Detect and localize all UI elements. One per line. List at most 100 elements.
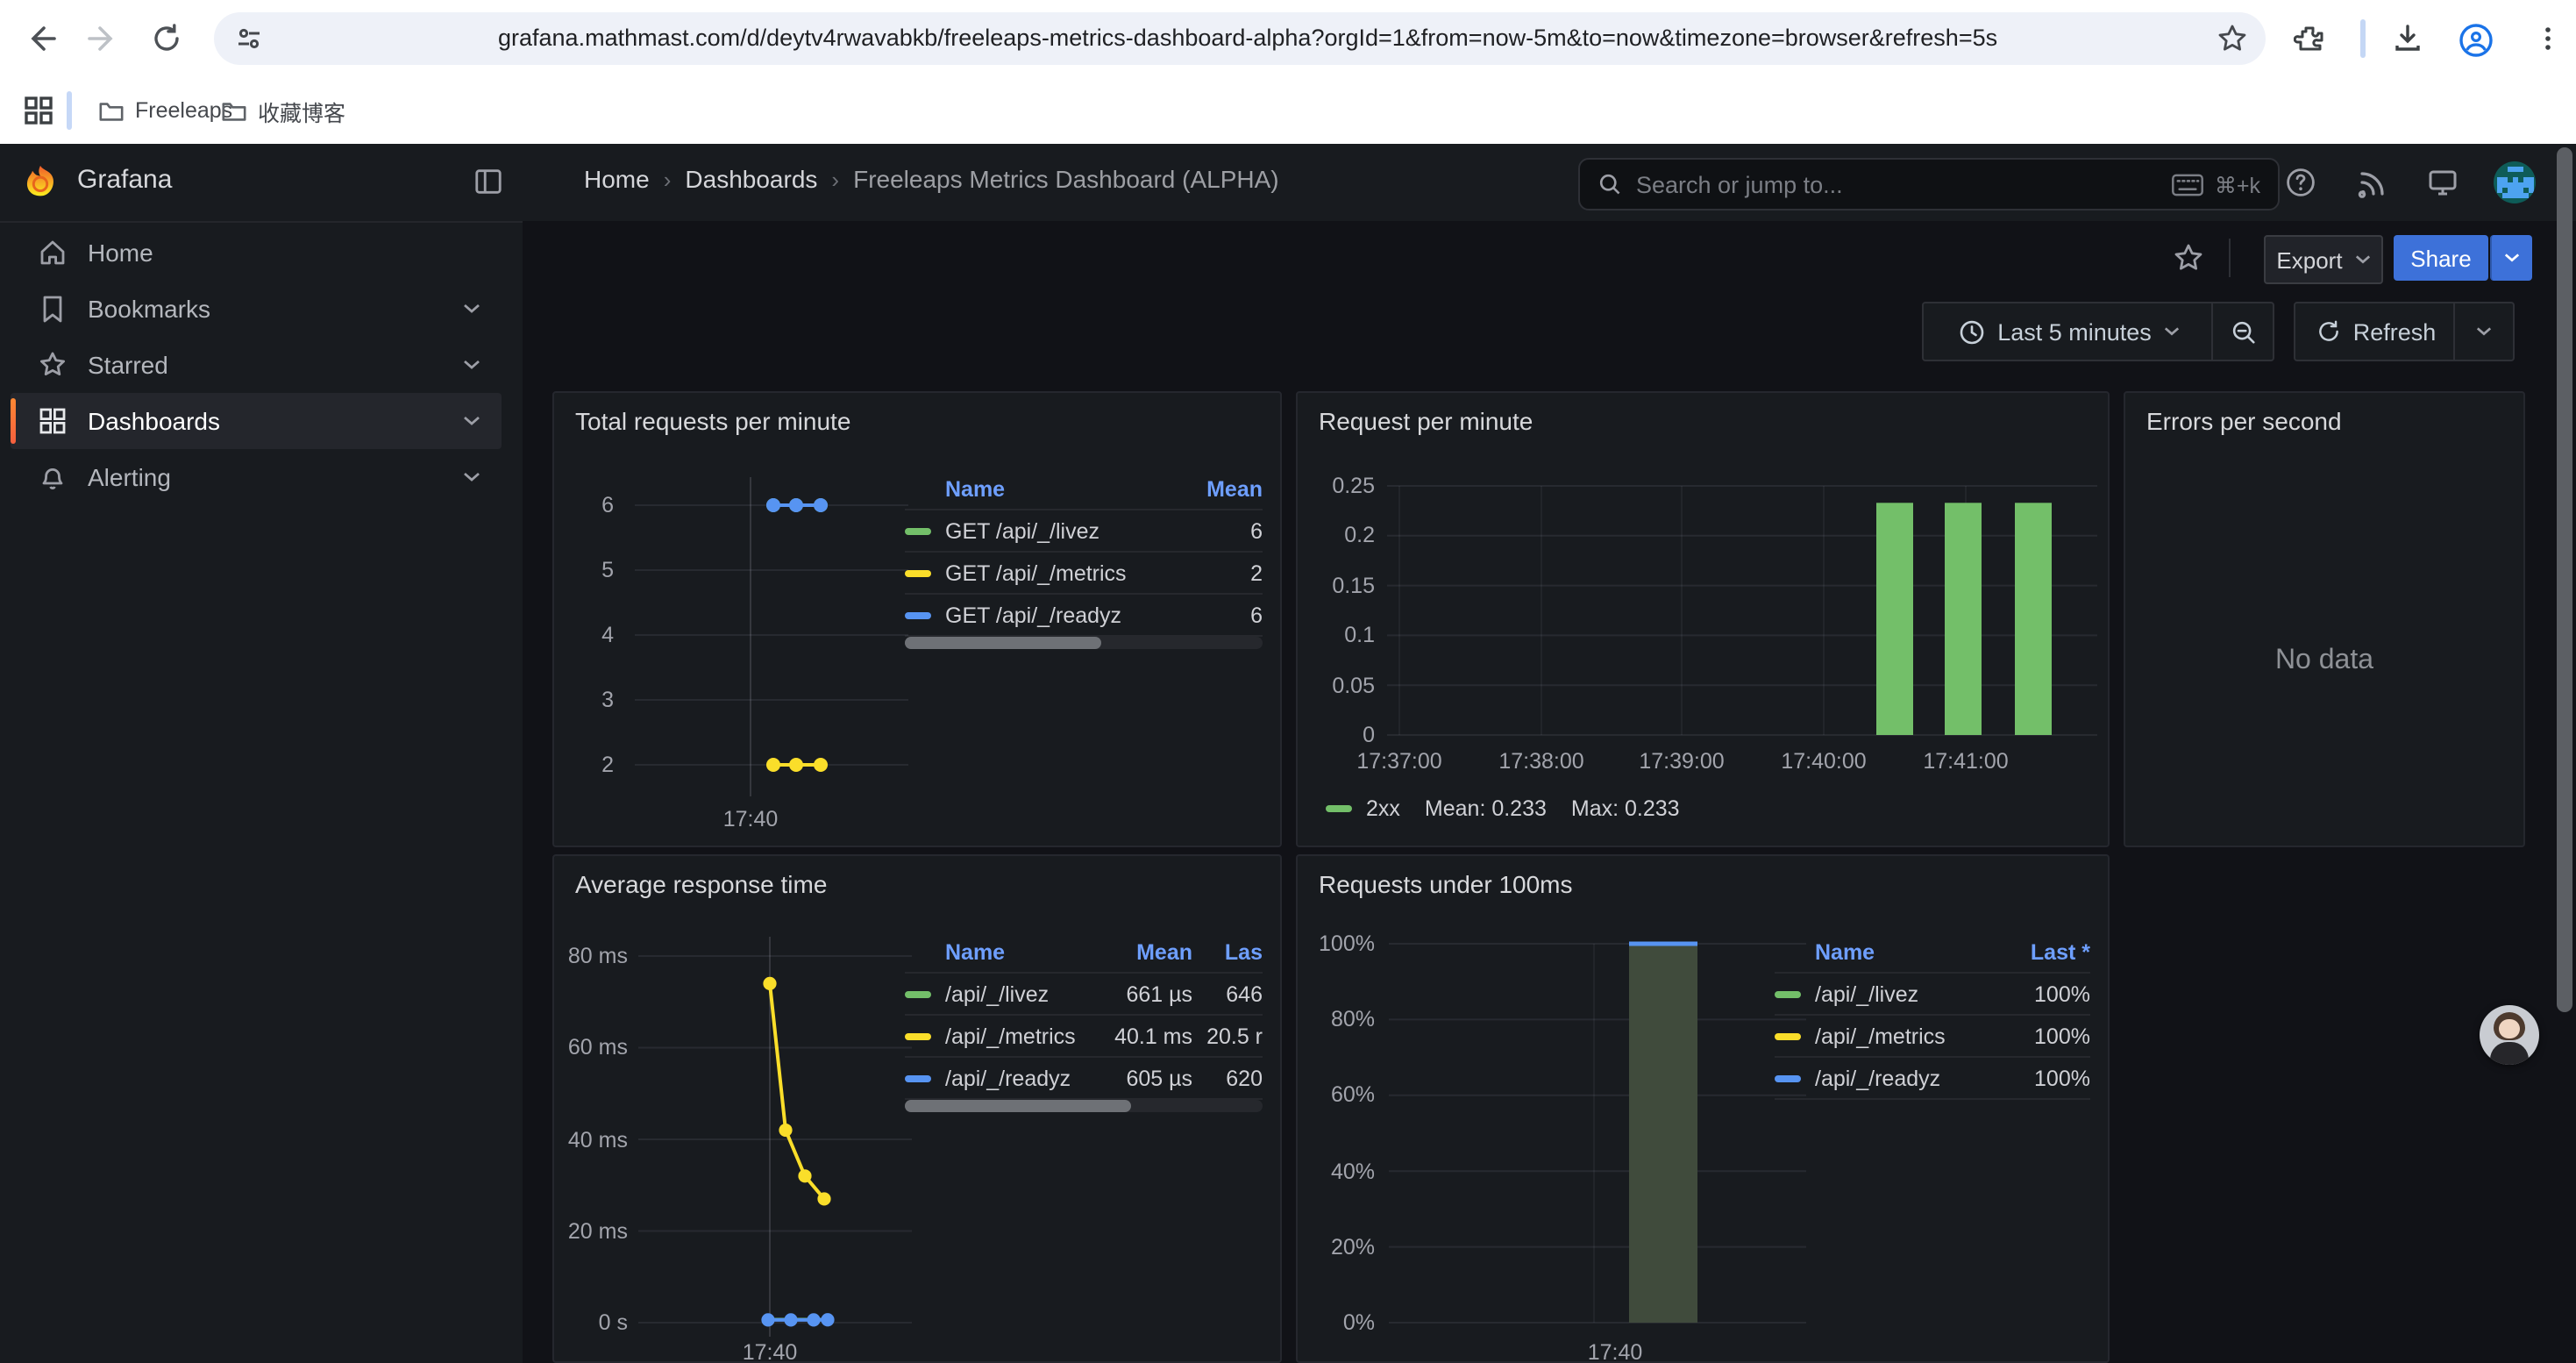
export-button[interactable]: Export (2264, 235, 2383, 284)
folder-icon (221, 97, 247, 124)
series-value: 100% (2010, 1024, 2090, 1048)
bar[interactable] (1945, 503, 1982, 735)
legend-row[interactable]: GET /api/_/metrics2 (905, 553, 1263, 595)
legend-header-value[interactable]: Last * (2010, 940, 2090, 965)
legend-row[interactable]: /api/_/readyz605 µs620 (905, 1058, 1263, 1100)
legend-item[interactable]: 2xx (1326, 796, 1400, 821)
legend-header-value[interactable]: Mean (1101, 940, 1192, 965)
bar[interactable] (2015, 503, 2052, 735)
page-scrollbar[interactable] (2557, 147, 2572, 1012)
legend-row[interactable]: /api/_/livez100% (1775, 974, 2090, 1016)
panel-requests-under-100ms[interactable]: Requests under 100ms 100%80%60%40%20%0%1… (1296, 854, 2110, 1363)
download-icon[interactable] (2392, 23, 2423, 54)
extensions-icon[interactable] (2294, 23, 2325, 54)
x-axis-tick: 17:39:00 (1639, 749, 1724, 774)
legend-header-value[interactable]: Mean (1192, 477, 1263, 502)
series-color-pill (905, 1074, 931, 1081)
series-name: /api/_/readyz (945, 1066, 1101, 1090)
breadcrumb-dashboards[interactable]: Dashboards (685, 165, 817, 193)
y-axis-tick: 3 (568, 688, 614, 712)
legend-header-name[interactable]: Name (1815, 940, 2010, 965)
zoom-out-button[interactable] (2211, 302, 2274, 361)
share-dropdown-button[interactable] (2490, 235, 2532, 281)
x-axis-tick: 17:41:00 (1923, 749, 2008, 774)
x-axis-tick: 17:40 (743, 1340, 798, 1363)
series-stat: Mean: 0.233 (1425, 796, 1547, 821)
series-color-pill (905, 611, 931, 618)
favorite-star-icon[interactable] (2173, 242, 2204, 274)
help-icon[interactable] (2285, 167, 2316, 198)
sidebar-item-bookmarks[interactable]: Bookmarks (11, 281, 502, 337)
tune-icon[interactable] (235, 25, 263, 53)
sidebar-item-alerting[interactable]: Alerting (11, 449, 502, 505)
series-value: 6 (1192, 603, 1263, 627)
search-input[interactable]: Search or jump to... ⌘+k (1578, 158, 2280, 211)
refresh-interval-dropdown[interactable] (2453, 302, 2515, 361)
bookmark-folder-freeleaps[interactable]: Freeleaps (98, 91, 232, 130)
legend-header-name[interactable]: Name (945, 477, 1192, 502)
search-shortcut: ⌘+k (2215, 171, 2260, 197)
grafana-logo[interactable] (21, 163, 60, 202)
keyboard-icon (2171, 173, 2204, 196)
sidebar-item-home[interactable]: Home (11, 225, 502, 281)
user-avatar[interactable] (2494, 161, 2536, 203)
refresh-icon (2316, 319, 2341, 344)
series-name: 2xx (1366, 796, 1400, 821)
chevron-down-icon (2164, 326, 2180, 337)
bookmark-folder-blogs[interactable]: 收藏博客 (221, 91, 345, 130)
legend-row[interactable]: /api/_/metrics100% (1775, 1016, 2090, 1058)
url-text[interactable]: grafana.mathmast.com/d/deytv4rwavabkb/fr… (498, 12, 1997, 65)
panel-average-response-time[interactable]: Average response time 80 ms60 ms40 ms20 … (552, 854, 1282, 1363)
legend-row[interactable]: /api/_/livez661 µs646 (905, 974, 1263, 1016)
legend-row[interactable]: /api/_/metrics40.1 ms20.5 r (905, 1016, 1263, 1058)
series-name: /api/_/metrics (1815, 1024, 2010, 1048)
sidebar-item-dashboards[interactable]: Dashboards (11, 393, 502, 449)
legend-table: NameLast */api/_/livez100%/api/_/metrics… (1775, 933, 2090, 1100)
legend-header-name[interactable]: Name (945, 940, 1101, 965)
chevron-down-icon (2476, 326, 2492, 337)
apps-grid-icon[interactable] (23, 95, 54, 126)
reload-icon[interactable] (151, 23, 182, 54)
series-name: /api/_/readyz (1815, 1066, 2010, 1090)
legend-scrollbar-thumb[interactable] (905, 637, 1101, 649)
rss-icon[interactable] (2357, 167, 2388, 198)
legend-row[interactable]: GET /api/_/livez6 (905, 510, 1263, 553)
legend-inline: 2xxMean: 0.233Max: 0.233 (1326, 796, 1680, 821)
profile-icon[interactable] (2459, 23, 2490, 54)
bookmark-label: Freeleaps (135, 98, 232, 123)
y-axis-tick: 0.25 (1305, 474, 1375, 498)
y-axis-tick: 0% (1305, 1310, 1375, 1335)
sidebar-collapse-icon[interactable] (473, 167, 503, 196)
panel-errors-per-second[interactable]: Errors per second No data (2124, 391, 2525, 847)
back-icon[interactable] (25, 23, 56, 54)
chart-canvas (1298, 856, 2108, 1361)
legend-table: NameMean GET /api/_/livez6GET /api/_/metr… (905, 470, 1263, 637)
chevron-down-icon (2355, 254, 2371, 265)
refresh-button[interactable]: Refresh (2294, 302, 2459, 361)
series-name: /api/_/livez (1815, 981, 2010, 1006)
y-axis-tick: 60 ms (561, 1036, 628, 1060)
share-button[interactable]: Share (2394, 235, 2488, 281)
menu-kebab-icon[interactable] (2532, 23, 2564, 54)
series-color-pill (905, 527, 931, 534)
sidebar-item-label: Bookmarks (88, 295, 463, 323)
legend-row[interactable]: /api/_/readyz100% (1775, 1058, 2090, 1100)
bar[interactable] (1876, 503, 1913, 735)
monitor-icon[interactable] (2427, 167, 2459, 198)
panel-request-per-minute[interactable]: Request per minute 0.250.20.150.10.05017… (1296, 391, 2110, 847)
series-name: /api/_/livez (945, 981, 1101, 1006)
legend-header-value[interactable]: Las (1192, 940, 1263, 965)
sidebar-item-starred[interactable]: Starred (11, 337, 502, 393)
screen: grafana.mathmast.com/d/deytv4rwavabkb/fr… (0, 0, 2576, 1363)
assistant-avatar[interactable] (2480, 1005, 2539, 1065)
time-range-picker[interactable]: Last 5 minutes (1922, 302, 2217, 361)
legend-scrollbar-thumb[interactable] (905, 1100, 1131, 1112)
area-fill[interactable] (1629, 944, 1697, 1323)
forward-icon[interactable] (88, 23, 119, 54)
panel-total-requests-per-minute[interactable]: Total requests per minute 6543217:40Name… (552, 391, 1282, 847)
breadcrumb-home[interactable]: Home (584, 165, 650, 193)
legend-row[interactable]: GET /api/_/readyz6 (905, 595, 1263, 637)
url-bar[interactable]: grafana.mathmast.com/d/deytv4rwavabkb/fr… (214, 12, 2266, 65)
legend-header-row: NameLast * (1775, 933, 2090, 974)
bookmark-star-icon[interactable] (2217, 23, 2248, 54)
